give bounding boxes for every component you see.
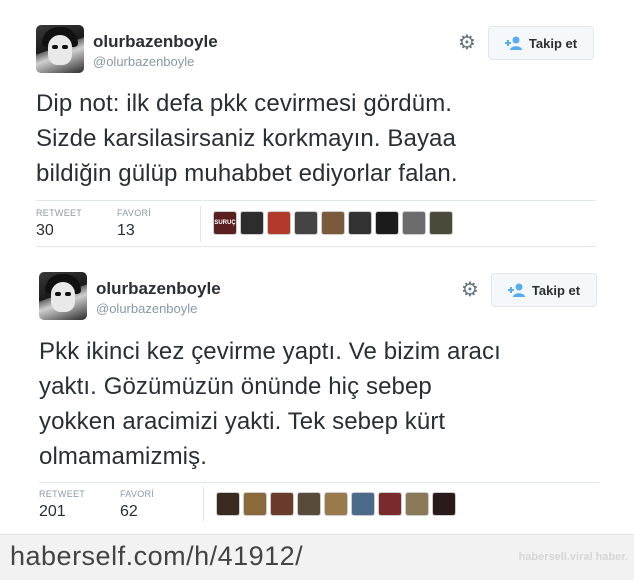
watermark: habersell.viral haber. (518, 551, 628, 563)
favoriter-avatar[interactable] (405, 492, 429, 516)
user-handle[interactable]: @olurbazenboyle (96, 301, 197, 316)
favoriter-avatar[interactable]: SURUÇ (213, 211, 237, 235)
follow-label: Takip et (528, 35, 578, 51)
stats-divider (203, 486, 204, 522)
favoriter-avatar[interactable] (378, 492, 402, 516)
gear-icon[interactable]: ⚙ (456, 32, 478, 54)
favoriter-avatar[interactable] (351, 492, 375, 516)
favoriter-avatar[interactable] (297, 492, 321, 516)
tweet-card-1: olurbazenboyle @olurbazenboyle ⚙ Takip e… (0, 0, 634, 262)
add-person-icon (507, 283, 525, 297)
favoriter-avatar[interactable] (375, 211, 399, 235)
favoriter-avatar[interactable] (429, 211, 453, 235)
favoriter-avatar[interactable] (294, 211, 318, 235)
tweet-line: olmamamizmiş. (39, 443, 207, 470)
favoriter-avatar[interactable] (243, 492, 267, 516)
add-person-icon (504, 36, 522, 50)
user-handle[interactable]: @olurbazenboyle (93, 54, 194, 69)
stats-top-divider (36, 200, 596, 201)
favoriter-avatar[interactable] (324, 492, 348, 516)
tweet-line: Dip not: ilk defa pkk cevirmesi gördüm. (36, 90, 453, 117)
favoriter-avatar[interactable] (402, 211, 426, 235)
follow-button[interactable]: Takip et (488, 26, 594, 60)
retweet-label: RETWEET (39, 489, 86, 499)
favorited-by-avatars (216, 492, 456, 516)
favorite-count[interactable]: 62 (120, 503, 138, 521)
favoriter-avatar[interactable] (240, 211, 264, 235)
favoriter-avatar[interactable] (267, 211, 291, 235)
stats-top-divider (39, 482, 599, 483)
favorited-by-avatars: SURUÇ (213, 211, 453, 235)
tweet-card-2: olurbazenboyle @olurbazenboyle ⚙ Takip e… (0, 262, 634, 534)
stats-divider (200, 206, 201, 242)
favorite-label: FAVORİ (117, 208, 152, 218)
favoriter-avatar[interactable] (348, 211, 372, 235)
tweet-line: yokken aracimizi yakti. Tek sebep kürt (39, 408, 446, 435)
follow-button[interactable]: Takip et (491, 273, 597, 307)
favoriter-avatar[interactable] (432, 492, 456, 516)
follow-label: Takip et (531, 282, 581, 298)
retweet-count[interactable]: 30 (36, 222, 54, 240)
gear-icon[interactable]: ⚙ (459, 279, 481, 301)
tweet-text: Pkk ikinci kez çevirme yaptı. Ve bizim a… (39, 334, 501, 474)
favoriter-avatar[interactable] (321, 211, 345, 235)
retweet-count[interactable]: 201 (39, 503, 66, 521)
display-name[interactable]: olurbazenboyle (93, 32, 218, 52)
source-url: haberself.com/h/41912/ (10, 541, 304, 571)
tweet-line: yaktı. Gözümüzün önünde hiç sebep (39, 373, 432, 400)
tweet-line: Pkk ikinci kez çevirme yaptı. Ve bizim a… (39, 338, 501, 365)
favorite-count[interactable]: 13 (117, 222, 135, 240)
source-footer: haberself.com/h/41912/ habersell.viral h… (0, 534, 634, 580)
tweet-line: bildiğin gülüp muhabbet ediyorlar falan. (36, 160, 458, 187)
favorite-label: FAVORİ (120, 489, 155, 499)
avatar[interactable] (36, 25, 84, 73)
favoriter-avatar[interactable] (270, 492, 294, 516)
display-name[interactable]: olurbazenboyle (96, 279, 221, 299)
stats-bottom-divider (36, 246, 596, 247)
avatar[interactable] (39, 272, 87, 320)
retweet-label: RETWEET (36, 208, 83, 218)
tweet-line: Sizde karsilasirsaniz korkmayın. Bayaa (36, 125, 456, 152)
favoriter-avatar[interactable] (216, 492, 240, 516)
tweet-text: Dip not: ilk defa pkk cevirmesi gördüm. … (36, 86, 458, 191)
